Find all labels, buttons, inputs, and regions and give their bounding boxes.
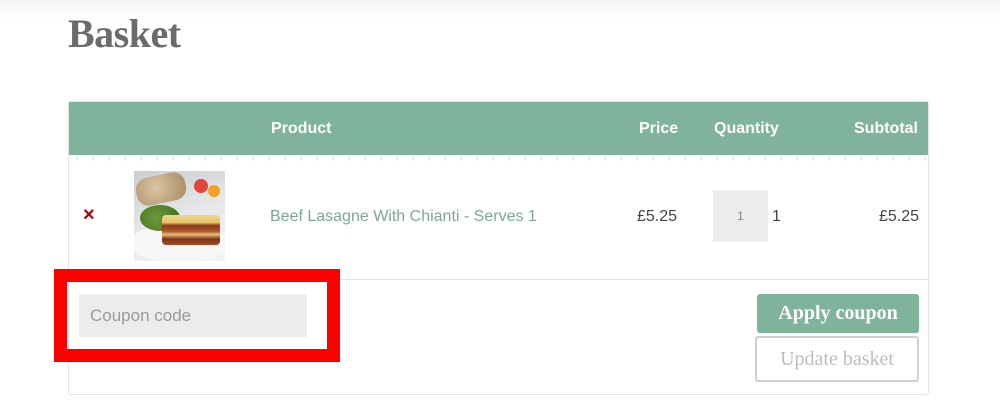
apply-coupon-button[interactable]: Apply coupon [757, 294, 919, 333]
table-row: × Beef Lasagne With Chianti - Serves 1 £… [69, 155, 928, 280]
basket-table: Product Price Quantity Subtotal × Beef L… [68, 101, 929, 395]
coupon-code-input[interactable] [79, 294, 307, 337]
item-subtotal: £5.25 [878, 208, 919, 225]
product-thumbnail[interactable] [134, 171, 225, 261]
product-name-link[interactable]: Beef Lasagne With Chianti - Serves 1 [270, 208, 537, 226]
row-divider-pattern [69, 155, 928, 163]
header-price: Price [639, 120, 679, 137]
item-price: £5.25 [637, 208, 678, 225]
page-title: Basket [68, 11, 181, 56]
update-basket-button[interactable]: Update basket [755, 336, 919, 382]
header-subtotal: Subtotal [854, 120, 918, 137]
quantity-value: 1 [772, 208, 781, 225]
quantity-input[interactable] [713, 190, 768, 242]
remove-item-icon[interactable]: × [83, 205, 95, 225]
table-header: Product Price Quantity Subtotal [69, 102, 928, 155]
header-quantity: Quantity [714, 120, 779, 137]
header-product: Product [271, 120, 332, 137]
